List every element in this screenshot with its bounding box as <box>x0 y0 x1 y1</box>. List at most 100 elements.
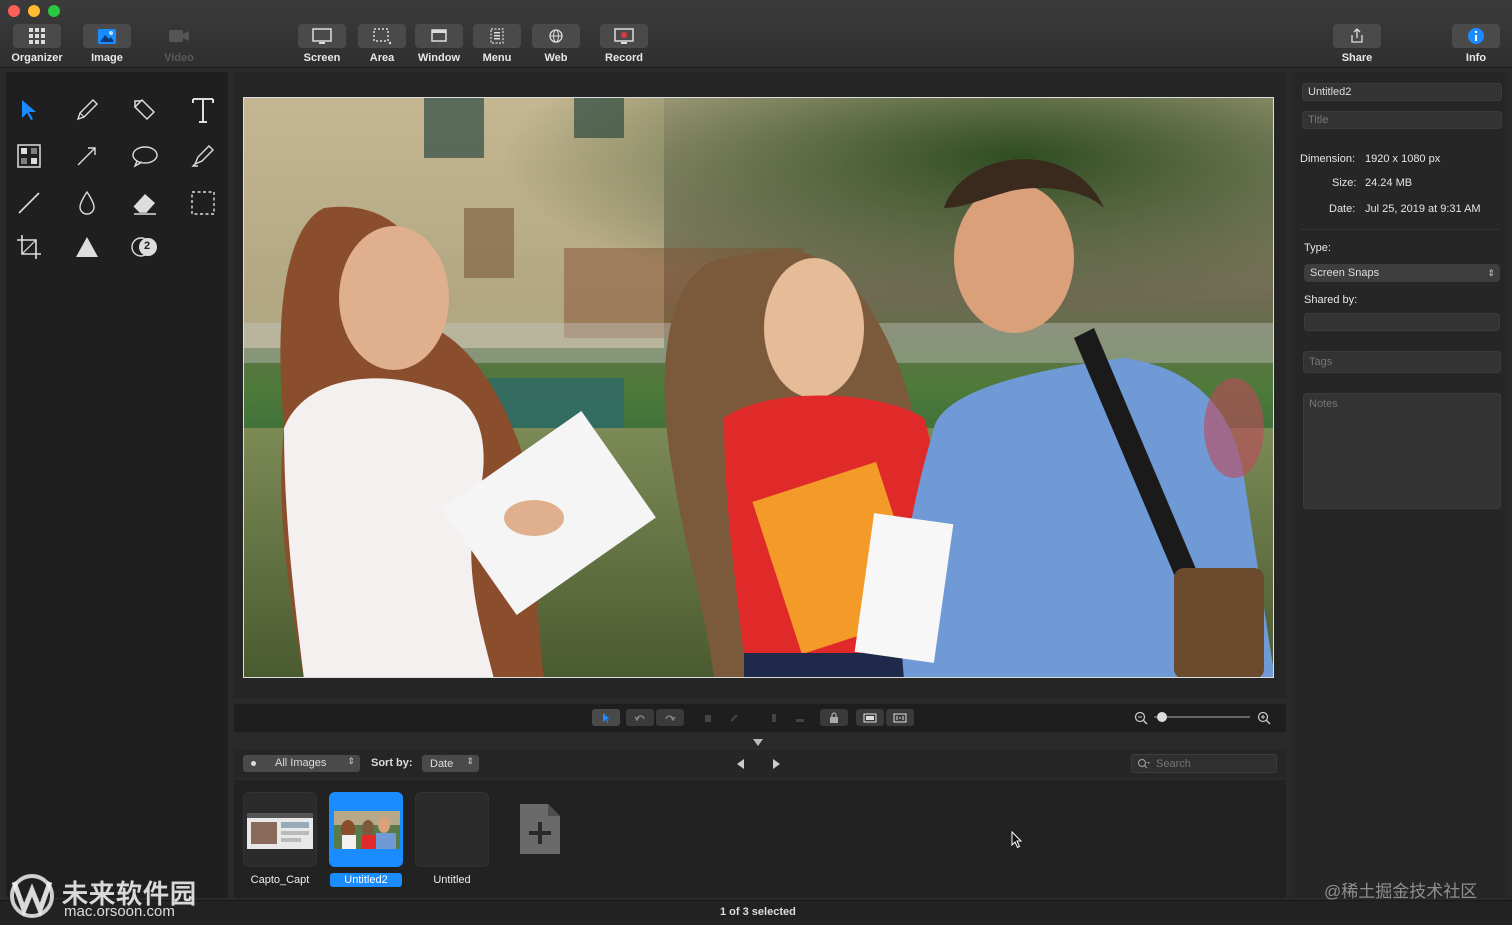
area-select-icon <box>358 24 406 48</box>
step-counter-tool[interactable]: 2 <box>125 227 165 267</box>
pencil-tool[interactable] <box>67 90 107 130</box>
thumbnail-item[interactable] <box>243 792 317 867</box>
shared-by-field[interactable] <box>1304 313 1500 331</box>
window-icon <box>415 24 463 48</box>
select-tool-button[interactable] <box>592 709 620 726</box>
triangle-left-icon <box>737 759 744 769</box>
capture-web-button[interactable]: Web <box>524 24 588 64</box>
fill-tool[interactable] <box>67 183 107 223</box>
arrow-pen-tool[interactable] <box>67 136 107 176</box>
type-popup[interactable]: Screen Snaps ⇕ <box>1304 264 1500 282</box>
arrow-select-tool[interactable] <box>9 90 49 130</box>
redo-icon <box>665 714 676 721</box>
watermark-right-text: @稀土掘金技术社区 <box>1324 882 1478 901</box>
thumbnail-item[interactable] <box>415 792 489 867</box>
fit-view-button[interactable] <box>856 709 884 726</box>
mosaic-icon <box>17 144 41 168</box>
filter-popup[interactable]: All Images ⇕ <box>243 755 360 772</box>
shape-icon <box>133 98 156 121</box>
info-button[interactable]: Info <box>1444 24 1508 64</box>
layer-down-icon <box>796 718 804 722</box>
close-window-button[interactable] <box>8 5 20 17</box>
image-icon <box>83 24 131 48</box>
image-button[interactable]: Image <box>75 24 139 64</box>
redo-button[interactable] <box>656 709 684 726</box>
thumbnail-browser: Capto_Capt Untitled2 Untitled <box>234 780 1286 898</box>
capture-menu-button[interactable]: Menu <box>465 24 529 64</box>
info-icon <box>1452 24 1500 48</box>
highlighter-tool[interactable] <box>183 136 223 176</box>
date-value: Jul 25, 2019 at 9:31 AM <box>1365 203 1481 215</box>
crop-icon <box>17 235 41 259</box>
filter-value: All Images <box>275 757 327 769</box>
share-label: Share <box>1341 52 1373 64</box>
callout-tool[interactable] <box>125 136 165 176</box>
copy-style-button[interactable] <box>720 709 748 726</box>
menu-label: Menu <box>482 52 512 64</box>
record-screen-icon <box>600 24 648 48</box>
video-button[interactable]: Video <box>147 24 211 64</box>
title-field[interactable]: Title <box>1302 111 1502 129</box>
crop-tool[interactable] <box>9 227 49 267</box>
date-label: Date: <box>1329 203 1356 215</box>
record-button[interactable]: Record <box>592 24 656 64</box>
w-logo-icon <box>10 874 54 918</box>
capture-window-button[interactable]: Window <box>407 24 471 64</box>
tags-field[interactable]: Tags <box>1303 351 1501 373</box>
next-button[interactable] <box>772 758 781 770</box>
line-tool[interactable] <box>9 183 49 223</box>
spotlight-tool[interactable] <box>67 227 107 267</box>
pen-arrow-icon <box>77 147 96 166</box>
delete-button[interactable] <box>694 709 722 726</box>
sort-popup[interactable]: Date ⇕ <box>422 755 479 772</box>
actual-size-button[interactable] <box>886 709 914 726</box>
size-value: 24.24 MB <box>1365 177 1413 189</box>
share-button[interactable]: Share <box>1325 24 1389 64</box>
send-back-button[interactable] <box>786 709 814 726</box>
shape-tool[interactable] <box>125 90 165 130</box>
thumbnail-label: Untitled <box>433 874 471 886</box>
minimize-window-button[interactable] <box>28 5 40 17</box>
lock-button[interactable] <box>820 709 848 726</box>
main-toolbar: Organizer Image Video Screen Area Window <box>0 0 1512 68</box>
notes-field[interactable]: Notes <box>1303 393 1501 509</box>
zoom-out-icon[interactable] <box>1134 711 1148 725</box>
drop-icon <box>79 190 95 215</box>
status-bar: 1 of 3 selected <box>0 900 1512 925</box>
selection-tool[interactable] <box>183 183 223 223</box>
previous-button[interactable] <box>736 758 745 770</box>
new-document-icon <box>520 804 560 854</box>
photo-canvas[interactable] <box>243 97 1274 678</box>
add-new-button[interactable] <box>518 802 562 856</box>
edit-bar <box>234 704 1286 732</box>
sort-value: Date <box>430 757 454 770</box>
organizer-label: Organizer <box>11 52 63 64</box>
zoom-in-icon[interactable] <box>1257 711 1271 725</box>
site-logo <box>8 872 56 918</box>
collapse-browser-handle[interactable] <box>752 738 764 747</box>
thumbnail-item-selected[interactable] <box>329 792 403 867</box>
bring-front-button[interactable] <box>760 709 788 726</box>
search-field[interactable]: Search <box>1131 754 1277 773</box>
organizer-button[interactable]: Organizer <box>5 24 69 64</box>
zoom-slider[interactable] <box>1154 712 1250 722</box>
web-label: Web <box>544 52 568 64</box>
name-field[interactable]: Untitled2 <box>1302 83 1502 101</box>
speech-bubble-icon <box>132 146 158 168</box>
text-tool[interactable] <box>183 90 223 130</box>
capture-screen-button[interactable]: Screen <box>290 24 354 64</box>
screen-label: Screen <box>303 52 341 64</box>
area-label: Area <box>369 52 395 64</box>
zoom-window-button[interactable] <box>48 5 60 17</box>
eraser-tool[interactable] <box>125 183 165 223</box>
capture-area-button[interactable]: Area <box>350 24 414 64</box>
layer-up-icon <box>772 713 776 722</box>
trash-icon <box>705 714 711 722</box>
tool-palette: 2 <box>6 72 228 898</box>
highlighter-icon <box>191 145 214 167</box>
zoom-slider-knob[interactable] <box>1157 712 1167 722</box>
mouse-cursor-icon <box>1011 831 1023 849</box>
blur-tool[interactable] <box>9 136 49 176</box>
undo-button[interactable] <box>626 709 654 726</box>
dimension-value: 1920 x 1080 px <box>1365 153 1441 165</box>
